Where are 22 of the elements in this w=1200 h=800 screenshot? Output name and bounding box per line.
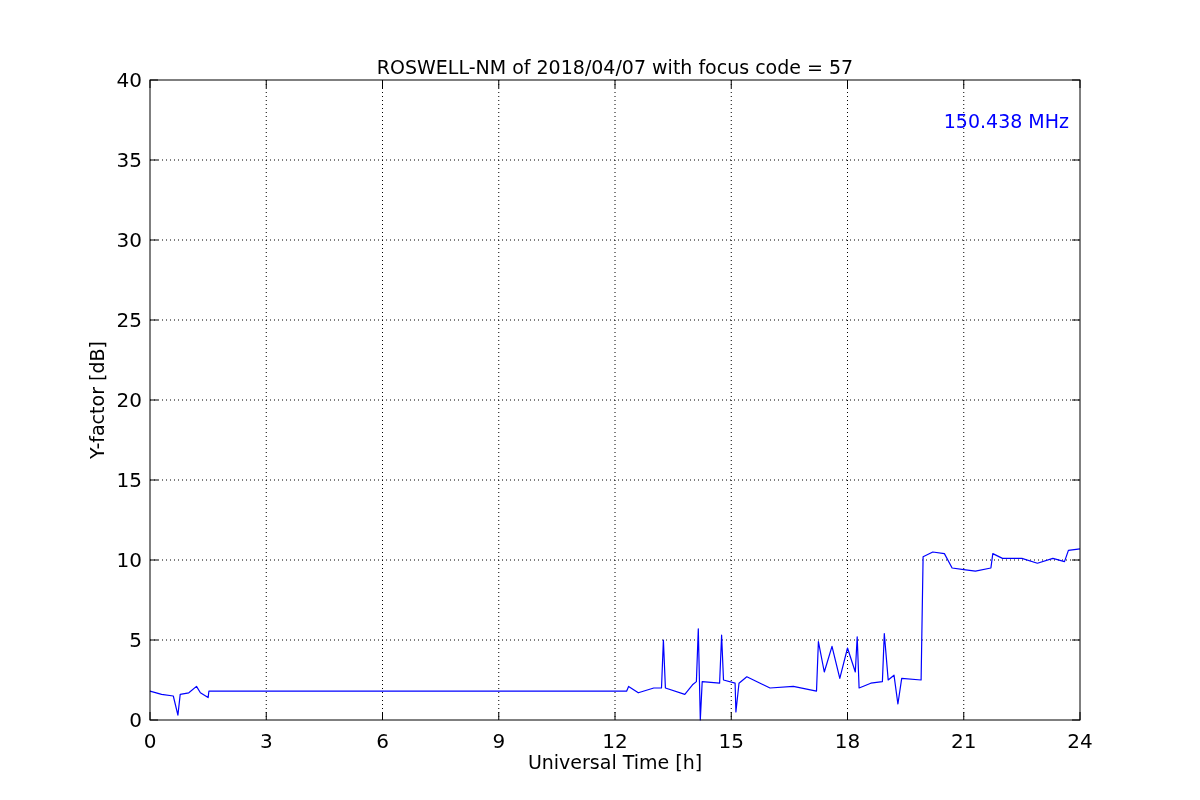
tick-label: 15	[116, 468, 142, 492]
tick-label: 21	[951, 729, 977, 753]
tick-label: 9	[492, 729, 506, 753]
tick-label: 6	[376, 729, 389, 753]
tick-label: 0	[143, 729, 157, 753]
tick-label: 18	[834, 729, 861, 753]
legend-label: 150.438 MHz	[943, 110, 1069, 132]
tick-label: 30	[116, 228, 142, 252]
tick-label: 25	[116, 308, 142, 332]
tick-label: 40	[116, 68, 142, 92]
tick-label: 3	[259, 729, 273, 753]
x-axis-label: Universal Time [h]	[527, 751, 703, 773]
tick-label: 20	[116, 388, 142, 412]
tick-label: 5	[129, 628, 142, 652]
tick-label: 0	[129, 708, 142, 732]
y-axis-label: Y-factor [dB]	[86, 341, 108, 459]
tick-label: 12	[602, 729, 628, 753]
tick-label: 15	[718, 729, 744, 753]
tick-label: 10	[116, 548, 142, 572]
chart-title: ROSWELL-NM of 2018/04/07 with focus code = 57	[376, 56, 854, 78]
tick-label: 24	[1067, 729, 1093, 753]
tick-label: 35	[116, 148, 142, 172]
